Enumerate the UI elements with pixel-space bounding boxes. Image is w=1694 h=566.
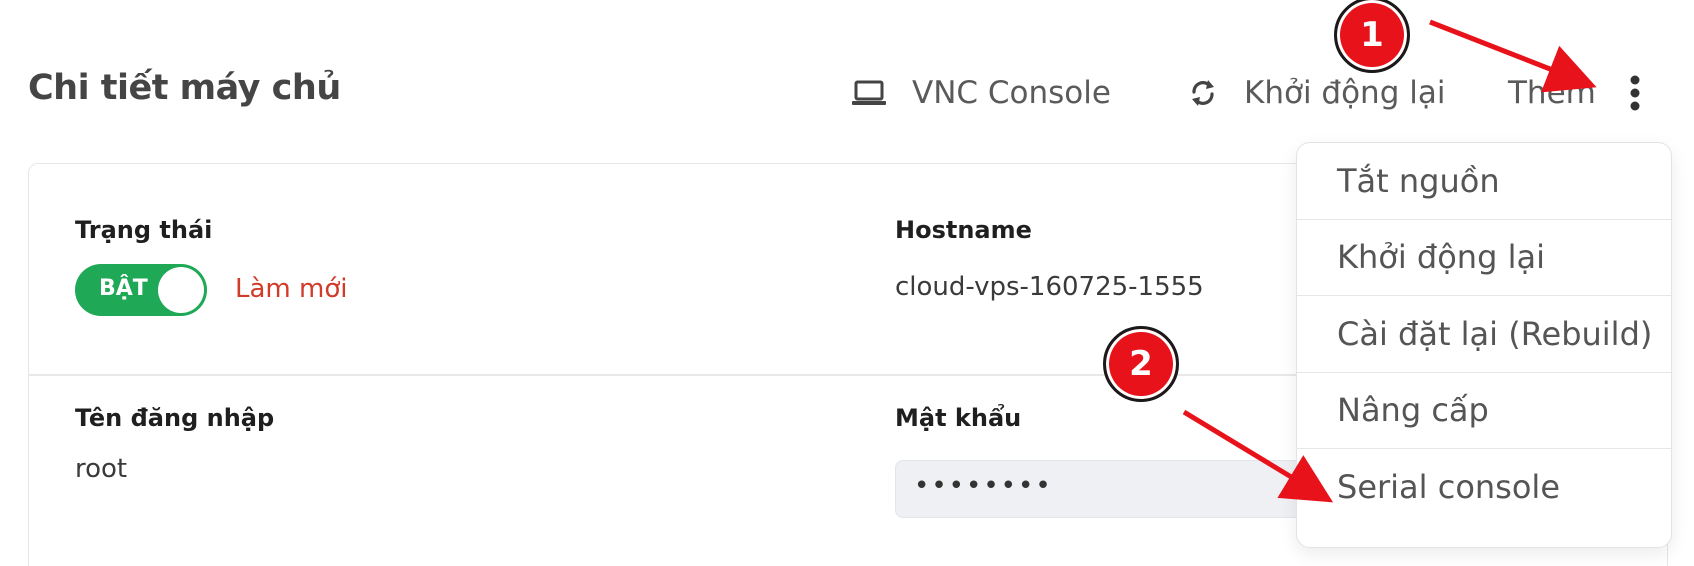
menu-item-restart[interactable]: Khởi động lại <box>1297 220 1671 296</box>
status-label: Trạng thái <box>75 216 213 244</box>
laptop-icon <box>852 80 886 106</box>
more-label: Thêm <box>1508 75 1596 111</box>
refresh-link[interactable]: Làm mới <box>235 274 347 304</box>
power-toggle[interactable]: BẬT <box>75 264 207 316</box>
password-label: Mật khẩu <box>895 404 1022 432</box>
more-menu-button[interactable]: Thêm <box>1508 70 1640 116</box>
username-value: root <box>75 454 128 484</box>
menu-item-serial-console[interactable]: Serial console <box>1297 449 1671 526</box>
menu-item-upgrade[interactable]: Nâng cấp <box>1297 373 1671 449</box>
server-details-page: Chi tiết máy chủ VNC Console Khởi động l… <box>0 0 1694 566</box>
vnc-console-label: VNC Console <box>912 75 1111 111</box>
restart-label: Khởi động lại <box>1244 75 1446 111</box>
more-actions-dropdown: Tắt nguồn Khởi động lại Cài đặt lại (Reb… <box>1296 142 1672 548</box>
password-masked-value: •••••••• <box>914 471 1053 501</box>
username-label: Tên đăng nhập <box>75 404 275 432</box>
menu-item-rebuild[interactable]: Cài đặt lại (Rebuild) <box>1297 296 1671 373</box>
restart-button[interactable]: Khởi động lại <box>1188 70 1445 116</box>
toggle-state-text: BẬT <box>99 276 148 301</box>
toggle-knob <box>158 267 204 313</box>
annotation-badge-1: 1 <box>1334 0 1410 73</box>
hostname-label: Hostname <box>895 216 1032 244</box>
hostname-value: cloud-vps-160725-1555 <box>895 272 1204 302</box>
page-title: Chi tiết máy chủ <box>28 68 341 108</box>
password-field[interactable]: •••••••• <box>895 460 1315 518</box>
refresh-icon <box>1188 78 1218 108</box>
vnc-console-button[interactable]: VNC Console <box>852 70 1111 116</box>
menu-item-power-off[interactable]: Tắt nguồn <box>1297 143 1671 220</box>
annotation-badge-2: 2 <box>1103 326 1179 402</box>
kebab-menu-icon <box>1630 75 1640 111</box>
